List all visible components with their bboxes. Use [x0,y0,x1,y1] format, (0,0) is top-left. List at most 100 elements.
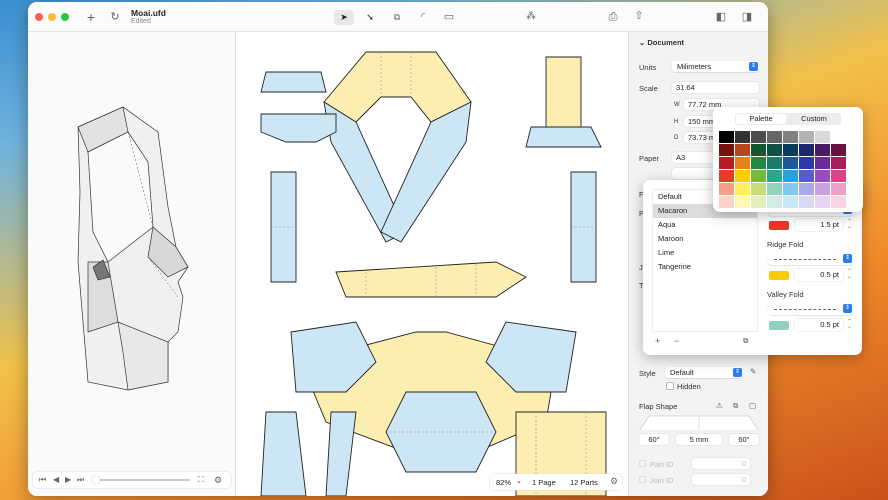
select-arrow-icon[interactable]: ➤ [334,10,354,25]
color-swatch[interactable] [831,131,846,143]
part-id-field[interactable]: 0 [692,458,750,469]
ruler-icon[interactable]: ▭ [442,10,456,24]
cut-width-field[interactable]: 1.5 pt [795,219,843,231]
remove-style-button[interactable]: − [674,336,679,346]
fit-icon[interactable]: ⛶ [198,473,204,487]
stepper[interactable]: ⌃ ⌄ [847,269,852,280]
color-swatch[interactable] [735,183,750,195]
color-swatch[interactable] [719,131,734,143]
refresh-icon[interactable]: ↻ [108,10,122,24]
left-sidebar-icon[interactable]: ◧ [714,10,728,24]
color-swatch[interactable] [751,196,766,208]
color-swatch[interactable] [783,157,798,169]
skip-start-icon[interactable]: ⏮ [39,473,46,487]
minimize-button[interactable] [48,13,56,21]
flap-left-angle-field[interactable]: 60° [639,434,669,445]
tab-palette[interactable]: Palette [736,114,786,124]
fold-slider[interactable] [92,476,190,484]
settings-icon[interactable]: ⚙ [214,473,222,487]
color-swatch[interactable] [767,131,782,143]
color-swatch[interactable] [767,183,782,195]
share-icon[interactable]: ⇧ [632,9,646,23]
color-swatch[interactable] [751,131,766,143]
color-swatch[interactable] [815,196,830,208]
zoom-button[interactable] [61,13,69,21]
copy-icon[interactable]: ⧉ [733,401,738,411]
edit-style-pencil-icon[interactable]: ✎ [750,367,756,376]
color-swatch[interactable] [815,170,830,182]
color-swatch[interactable] [767,144,782,156]
color-swatch[interactable] [735,157,750,169]
color-swatch[interactable] [783,144,798,156]
color-swatch[interactable] [799,170,814,182]
add-style-button[interactable]: + [655,336,660,346]
join-id-checkbox[interactable] [639,476,646,483]
paste-icon[interactable]: ▢ [749,401,756,410]
print-icon[interactable]: ⎙ [606,10,620,24]
flap-length-field[interactable]: 5 mm [676,434,722,445]
join-id-field[interactable]: 0 [692,474,750,485]
color-swatch[interactable] [751,144,766,156]
settings-icon[interactable]: ⚙ [610,476,618,487]
color-swatch[interactable] [799,144,814,156]
valley-width-field[interactable]: 0.5 pt [795,319,843,331]
style-select[interactable]: Default ⇕ [665,367,743,378]
scale-field[interactable]: 31.64 [672,82,759,93]
style-list-item[interactable]: Tangerine [653,260,757,274]
color-swatch[interactable] [799,157,814,169]
cut-color-swatch[interactable] [769,221,789,230]
color-swatch[interactable] [719,144,734,156]
new-icon[interactable]: + [84,10,98,24]
part-id-checkbox[interactable] [639,460,646,467]
direct-select-icon[interactable]: ➘ [363,10,377,24]
stepper[interactable]: ⌃ ⌄ [847,219,852,230]
color-swatch[interactable] [767,170,782,182]
color-swatch[interactable] [735,170,750,182]
play-back-icon[interactable]: ◀ [53,473,59,487]
color-swatch[interactable] [815,131,830,143]
color-swatch[interactable] [719,196,734,208]
color-swatch[interactable] [831,144,846,156]
valley-line-select[interactable]: ⇕ [768,303,853,315]
style-list-item[interactable]: Lime [653,246,757,260]
color-swatch[interactable] [831,170,846,182]
parts-icon[interactable]: ⧉ [390,10,404,24]
color-swatch[interactable] [783,170,798,182]
valley-color-swatch[interactable] [769,321,789,330]
document-section-header[interactable]: ⌄ Document [639,38,684,47]
color-swatch[interactable] [815,144,830,156]
play-icon[interactable]: ▶ [65,473,71,487]
right-sidebar-icon[interactable]: ◨ [740,10,754,24]
color-swatch[interactable] [751,157,766,169]
warning-icon[interactable]: ⚠ [716,401,723,410]
style-list-item[interactable]: Aqua [653,218,757,232]
ridge-line-select[interactable]: ⇕ [768,253,853,265]
color-swatch[interactable] [751,170,766,182]
flap-right-angle-field[interactable]: 60° [729,434,759,445]
color-swatch[interactable] [783,131,798,143]
flap-shape-preview[interactable] [639,415,759,431]
color-swatch[interactable] [719,183,734,195]
color-swatch[interactable] [719,170,734,182]
curve-icon[interactable]: ◜ [416,10,430,24]
3d-preview-pane[interactable]: ⏮ ◀ ▶ ⏭ ⛶ ⚙ [28,32,236,496]
ridge-color-swatch[interactable] [769,271,789,280]
color-swatch[interactable] [799,183,814,195]
color-swatch[interactable] [831,157,846,169]
units-select[interactable]: Milimeters ⇕ [672,61,759,72]
hidden-checkbox[interactable] [666,382,674,390]
color-swatch[interactable] [735,144,750,156]
chevron-down-icon[interactable]: ⌄ [516,477,522,485]
color-swatch[interactable] [735,131,750,143]
style-list-item[interactable]: Maroon [653,232,757,246]
duplicate-style-icon[interactable]: ⧉ [743,336,748,346]
unfold-canvas[interactable]: 82% ⌄ 1 Page 12 Parts ⚙ [236,32,628,496]
color-swatch[interactable] [767,196,782,208]
color-swatch[interactable] [831,196,846,208]
color-swatch[interactable] [751,183,766,195]
color-swatch[interactable] [719,157,734,169]
zoom-level[interactable]: 82% [496,478,511,487]
color-swatch[interactable] [799,131,814,143]
tab-custom[interactable]: Custom [789,114,839,124]
color-swatch[interactable] [767,157,782,169]
